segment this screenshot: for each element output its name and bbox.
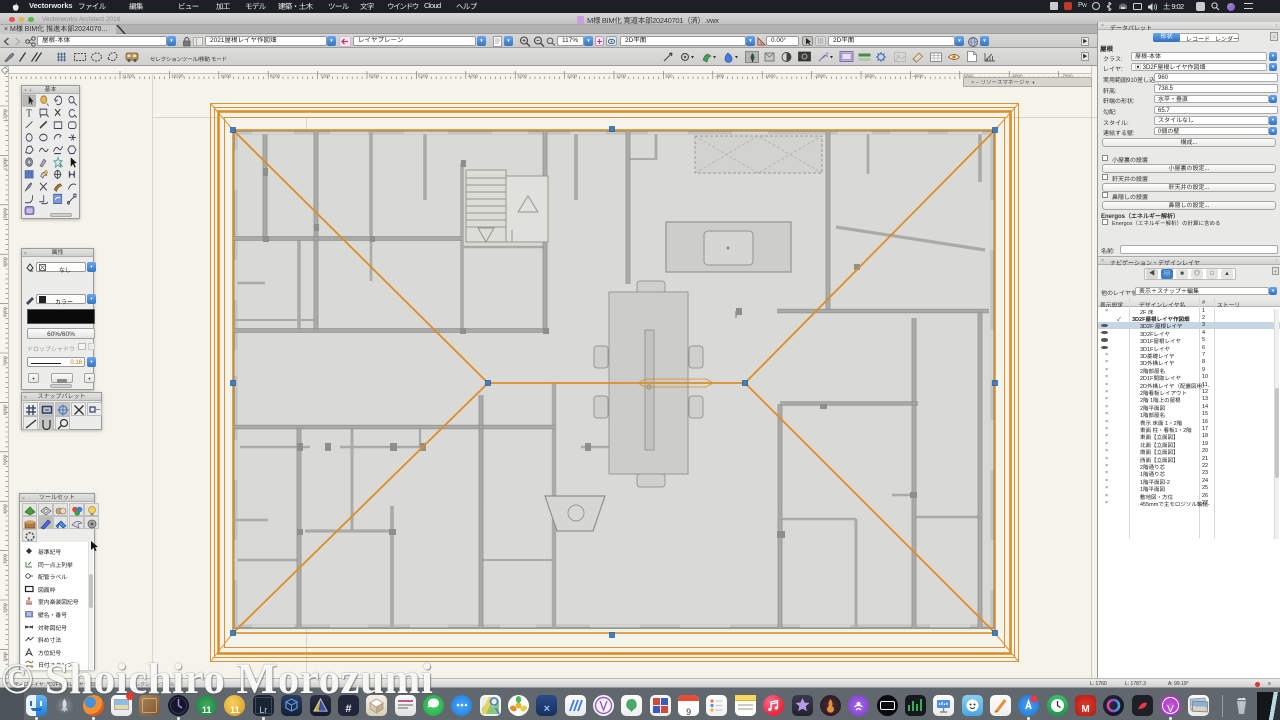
svg-text:200: 200 <box>665 74 673 79</box>
svg-text:-1800: -1800 <box>764 74 776 79</box>
svg-text:4200: 4200 <box>468 74 479 79</box>
svg-text:9000: 9000 <box>3 257 8 268</box>
svg-text:8000: 8000 <box>3 307 8 318</box>
svg-text:10200: 10200 <box>171 74 184 79</box>
svg-text:5000: 5000 <box>3 455 8 466</box>
svg-text:6000: 6000 <box>3 405 8 416</box>
svg-text:5200: 5200 <box>418 74 429 79</box>
svg-text:11000: 11000 <box>3 158 8 171</box>
svg-text:7000: 7000 <box>3 356 8 367</box>
svg-text:T: T <box>27 109 32 120</box>
svg-text:3200: 3200 <box>517 74 528 79</box>
svg-text:2200: 2200 <box>567 74 578 79</box>
svg-text:10000: 10000 <box>3 208 8 221</box>
svg-text:-4800: -4800 <box>912 74 924 79</box>
svg-text:-3800: -3800 <box>863 74 875 79</box>
svg-text:-800: -800 <box>715 74 725 79</box>
svg-text:-2800: -2800 <box>814 74 826 79</box>
svg-text:3000: 3000 <box>3 554 8 565</box>
svg-text:9200: 9200 <box>221 74 232 79</box>
svg-text:7200: 7200 <box>320 74 331 79</box>
svg-text:11200: 11200 <box>122 74 135 79</box>
svg-text:12000: 12000 <box>3 109 8 122</box>
svg-text:4000: 4000 <box>3 504 8 515</box>
svg-text:6200: 6200 <box>369 74 380 79</box>
svg-text:8200: 8200 <box>270 74 281 79</box>
svg-text:1200: 1200 <box>616 74 627 79</box>
svg-text:2000: 2000 <box>3 603 8 614</box>
